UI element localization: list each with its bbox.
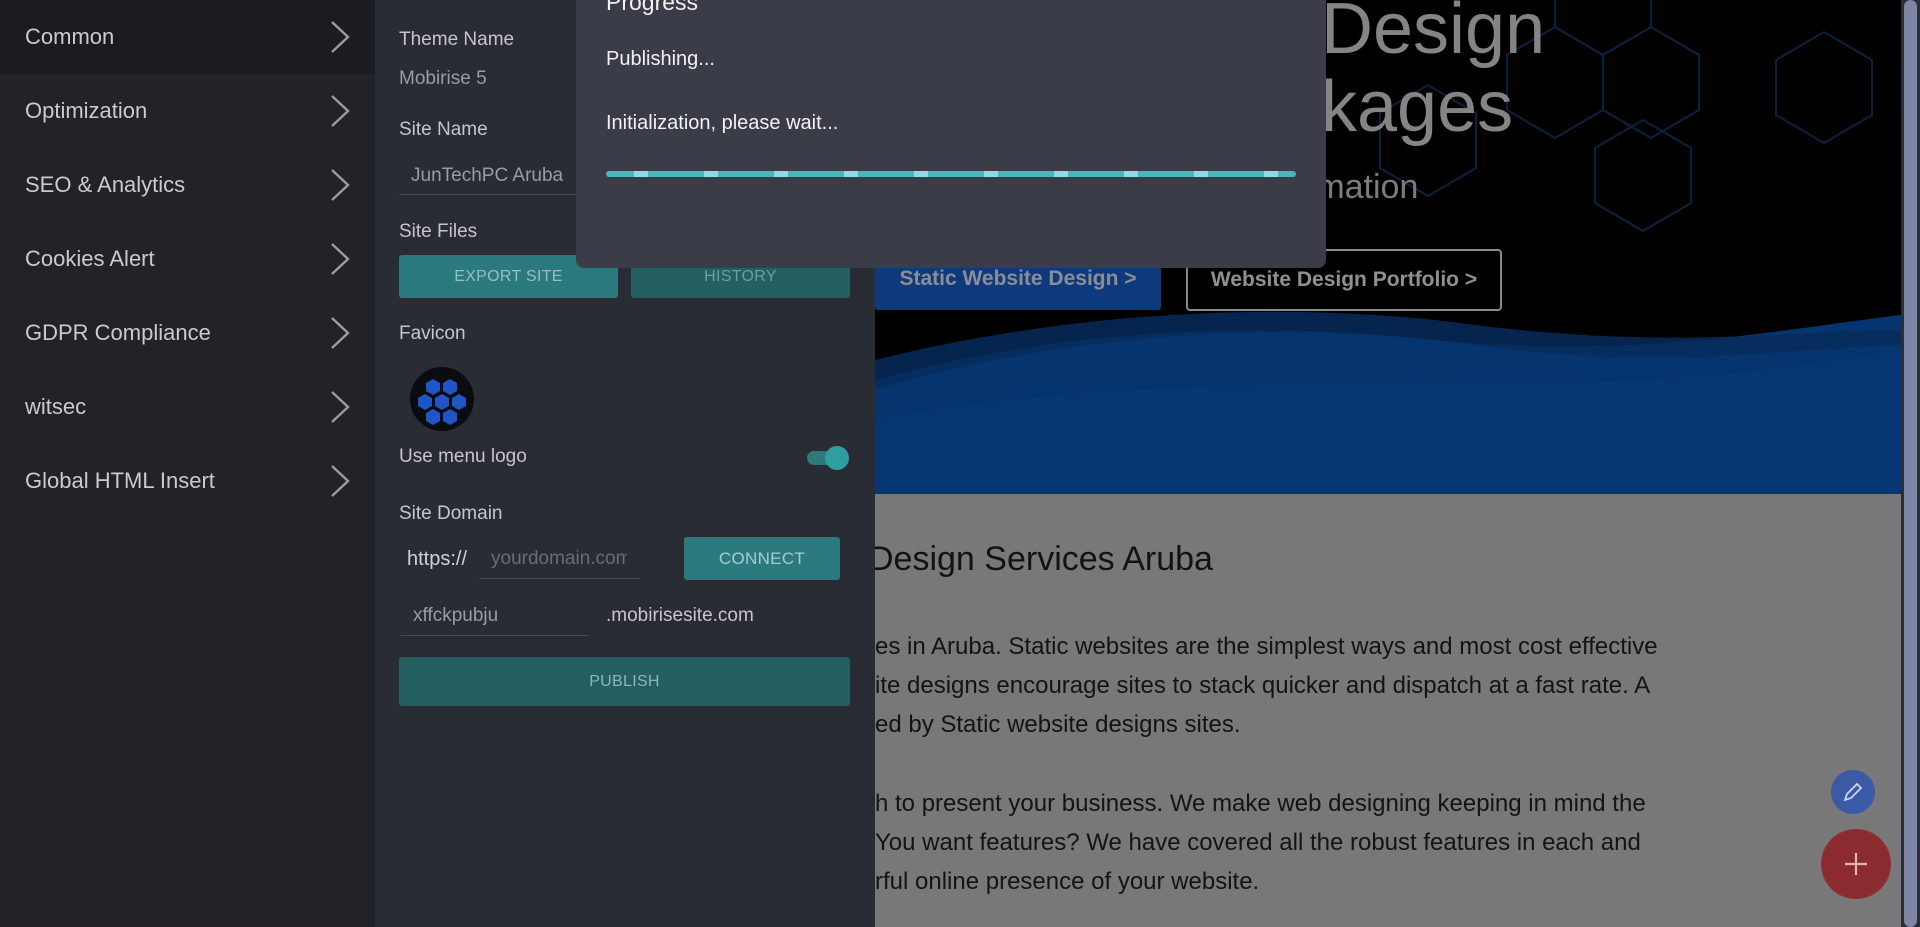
site-name-input[interactable]	[399, 158, 603, 195]
chevron-right-icon	[329, 387, 355, 427]
sidebar-item-label: Common	[25, 24, 115, 49]
chevron-right-icon	[329, 313, 355, 353]
scrollbar-thumb[interactable]	[1904, 0, 1917, 927]
add-block-fab-button[interactable]	[1821, 829, 1891, 899]
chevron-right-icon	[329, 461, 355, 501]
sidebar-item-label: SEO & Analytics	[25, 172, 186, 197]
chevron-right-icon	[329, 91, 355, 131]
sidebar-item-label: witsec	[25, 394, 87, 419]
publishing-status: Publishing...	[606, 48, 715, 70]
domain-input[interactable]	[479, 540, 639, 579]
sidebar-item-common[interactable]: Common	[0, 0, 375, 74]
edit-fab-button[interactable]	[1831, 770, 1875, 814]
sidebar-item-label: GDPR Compliance	[25, 320, 211, 345]
sidebar-item-label: Global HTML Insert	[25, 468, 215, 493]
chevron-right-icon	[329, 239, 355, 279]
sidebar-item-cookies-alert[interactable]: Cookies Alert	[0, 222, 375, 296]
connect-button[interactable]: CONNECT	[684, 537, 840, 580]
favicon-image[interactable]	[410, 367, 474, 431]
sidebar-item-optimization[interactable]: Optimization	[0, 74, 375, 148]
domain-prefix: https://	[407, 548, 468, 570]
dialog-title: Progress	[606, 0, 699, 15]
site-files-label: Site Files	[399, 221, 478, 242]
progress-bar	[606, 171, 1296, 177]
use-menu-logo-label: Use menu logo	[399, 446, 527, 467]
progress-dialog: Progress Publishing... Initialization, p…	[576, 0, 1326, 268]
chevron-right-icon	[329, 165, 355, 205]
hexagon-logo-icon	[418, 379, 466, 425]
subdomain-suffix: .mobirisesite.com	[606, 605, 754, 626]
theme-name-label: Theme Name	[399, 29, 515, 50]
status-message: Initialization, please wait...	[606, 112, 839, 134]
sidebar-item-seo-analytics[interactable]: SEO & Analytics	[0, 148, 375, 222]
favicon-label: Favicon	[399, 323, 466, 344]
use-menu-logo-toggle[interactable]	[805, 446, 849, 470]
site-name-label: Site Name	[399, 119, 488, 140]
sidebar-item-label: Optimization	[25, 98, 148, 123]
subdomain-input[interactable]	[401, 597, 589, 636]
pencil-icon	[1843, 782, 1863, 802]
site-domain-label: Site Domain	[399, 503, 503, 524]
theme-name-value: Mobirise 5	[399, 68, 487, 89]
chevron-right-icon	[329, 17, 355, 57]
sidebar-item-label: Cookies Alert	[25, 246, 155, 271]
sidebar-item-global-html-insert[interactable]: Global HTML Insert	[0, 444, 375, 518]
toggle-knob	[825, 446, 849, 470]
settings-sidebar: Common Optimization SEO & Analytics Cook…	[0, 0, 375, 927]
sidebar-item-witsec[interactable]: witsec	[0, 370, 375, 444]
publish-button[interactable]: PUBLISH	[399, 657, 850, 706]
sidebar-item-gdpr-compliance[interactable]: GDPR Compliance	[0, 296, 375, 370]
plus-icon	[1845, 853, 1867, 875]
